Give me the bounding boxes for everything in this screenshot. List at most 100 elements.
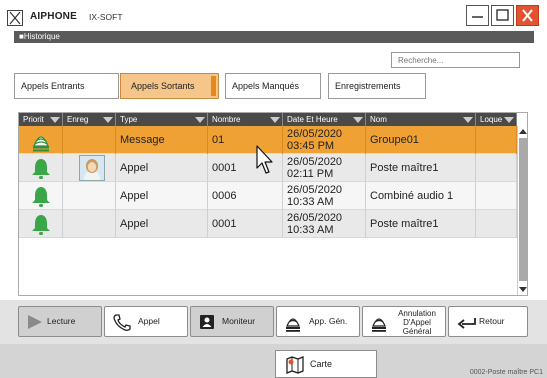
column-label: Priorit — [23, 115, 44, 124]
broadcast-icon — [31, 130, 51, 154]
search-input[interactable] — [391, 52, 520, 68]
app-logo-icon — [7, 10, 23, 26]
broadcast-cancel-icon — [371, 314, 387, 334]
history-table: Priorit Enreg Type Nombre Date Et Heure … — [18, 112, 528, 296]
date-cell: 26/05/2020 02:11 PM — [283, 154, 366, 182]
bell-icon — [31, 186, 51, 210]
sort-arrow-icon[interactable] — [463, 117, 473, 123]
date-cell: 26/05/2020 03:45 PM — [283, 126, 366, 154]
type-cell: Appel — [116, 154, 208, 182]
table-row[interactable]: Appel 0006 26/05/2020 10:33 AM Combiné au… — [19, 182, 517, 210]
column-label: Date Et Heure — [287, 115, 338, 124]
snapshot-thumbnail[interactable] — [79, 155, 105, 181]
sort-arrow-icon[interactable] — [103, 117, 113, 123]
carte-label: Carte — [310, 359, 333, 369]
time-text: 10:33 AM — [287, 196, 334, 208]
column-label: Nombre — [212, 115, 241, 124]
app-brand: AIPHONE — [30, 11, 77, 22]
scroll-down-icon[interactable] — [519, 287, 527, 292]
tab-label: Appels Manqués — [232, 81, 300, 91]
scroll-thumb[interactable] — [519, 138, 527, 281]
column-header-type[interactable]: Type — [116, 113, 208, 126]
column-header-number[interactable]: Nombre — [208, 113, 283, 126]
tab-appels-manques[interactable]: Appels Manqués — [225, 73, 321, 99]
sort-arrow-icon[interactable] — [50, 117, 60, 123]
map-icon — [286, 356, 304, 376]
return-arrow-icon — [457, 314, 477, 332]
priority-cell — [19, 154, 63, 182]
appel-button[interactable]: Appel — [104, 306, 188, 337]
priority-cell — [19, 182, 63, 210]
name-cell: Poste maître1 — [366, 154, 476, 182]
retour-label: Retour — [479, 316, 505, 326]
time-text: 02:11 PM — [287, 168, 334, 180]
number-cell: 0006 — [208, 182, 283, 210]
minimize-button[interactable] — [466, 5, 489, 26]
time-text: 10:33 AM — [287, 224, 334, 236]
app-gen-button[interactable]: App. Gén. — [276, 306, 360, 337]
footer-area — [0, 344, 547, 378]
column-header-location[interactable]: Loque — [476, 113, 517, 126]
tab-appels-entrants[interactable]: Appels Entrants — [14, 73, 119, 99]
maximize-button[interactable] — [491, 5, 514, 26]
sort-arrow-icon[interactable] — [195, 117, 205, 123]
annulation-line: D'Appel — [403, 318, 431, 327]
annulation-line: Annulation — [398, 309, 436, 318]
recording-cell — [63, 154, 116, 182]
recording-cell — [63, 182, 116, 210]
title-bar: AIPHONE IX-SOFT — [0, 0, 547, 30]
column-header-name[interactable]: Nom — [366, 113, 476, 126]
time-text: 03:45 PM — [287, 140, 335, 152]
tab-label: Appels Entrants — [21, 81, 85, 91]
section-header: ■Historique — [14, 31, 534, 43]
priority-cell — [19, 210, 63, 238]
recording-cell — [63, 210, 116, 238]
location-cell — [476, 210, 517, 238]
number-cell: 0001 — [208, 210, 283, 238]
tab-label: Appels Sortants — [131, 81, 195, 91]
broadcast-icon — [285, 314, 301, 334]
column-label: Nom — [370, 115, 387, 124]
retour-button[interactable]: Retour — [448, 306, 528, 337]
table-row[interactable]: Appel 0001 26/05/2020 10:33 AM Poste maît… — [19, 210, 517, 238]
date-cell: 26/05/2020 10:33 AM — [283, 182, 366, 210]
lecture-button[interactable]: Lecture — [18, 306, 102, 337]
app-product: IX-SOFT — [89, 12, 123, 22]
phone-icon — [113, 314, 131, 334]
lecture-label: Lecture — [47, 316, 76, 326]
sort-arrow-icon[interactable] — [353, 117, 363, 123]
tab-enregistrements[interactable]: Enregistrements — [328, 73, 426, 99]
tab-label: Enregistrements — [335, 81, 401, 91]
column-label: Type — [120, 115, 138, 124]
sort-arrow-icon[interactable] — [270, 117, 280, 123]
tab-appels-sortants[interactable]: Appels Sortants — [120, 73, 219, 99]
column-header-date[interactable]: Date Et Heure — [283, 113, 366, 126]
moniteur-label: Moniteur — [222, 316, 256, 326]
annulation-line: Général — [402, 327, 432, 336]
app-gen-label: App. Gén. — [309, 316, 348, 326]
name-cell: Groupe01 — [366, 126, 476, 154]
bell-icon — [31, 158, 51, 182]
scroll-up-icon[interactable] — [519, 129, 527, 134]
date-text: 26/05/2020 — [287, 156, 343, 168]
priority-cell — [19, 126, 63, 154]
monitor-icon — [199, 314, 215, 332]
location-cell — [476, 182, 517, 210]
play-icon — [27, 314, 43, 332]
table-header: Priorit Enreg Type Nombre Date Et Heure … — [19, 113, 517, 126]
station-status: 0002-Poste maître PC1 — [469, 369, 543, 376]
close-button[interactable] — [516, 5, 539, 26]
vertical-scrollbar[interactable] — [517, 126, 527, 295]
sort-arrow-icon[interactable] — [504, 117, 514, 123]
moniteur-button[interactable]: Moniteur — [190, 306, 274, 337]
column-header-priority[interactable]: Priorit — [19, 113, 63, 126]
mouse-cursor-icon — [256, 145, 273, 174]
annulation-button[interactable]: Annulation D'Appel Général — [362, 306, 446, 337]
column-header-recording[interactable]: Enreg — [63, 113, 116, 126]
annulation-label: Annulation D'Appel Général — [391, 309, 443, 336]
location-cell — [476, 126, 517, 154]
type-cell: Message — [116, 126, 208, 154]
appel-label: Appel — [138, 316, 160, 326]
carte-button[interactable]: Carte — [275, 350, 377, 378]
column-label: Loque — [480, 115, 503, 124]
